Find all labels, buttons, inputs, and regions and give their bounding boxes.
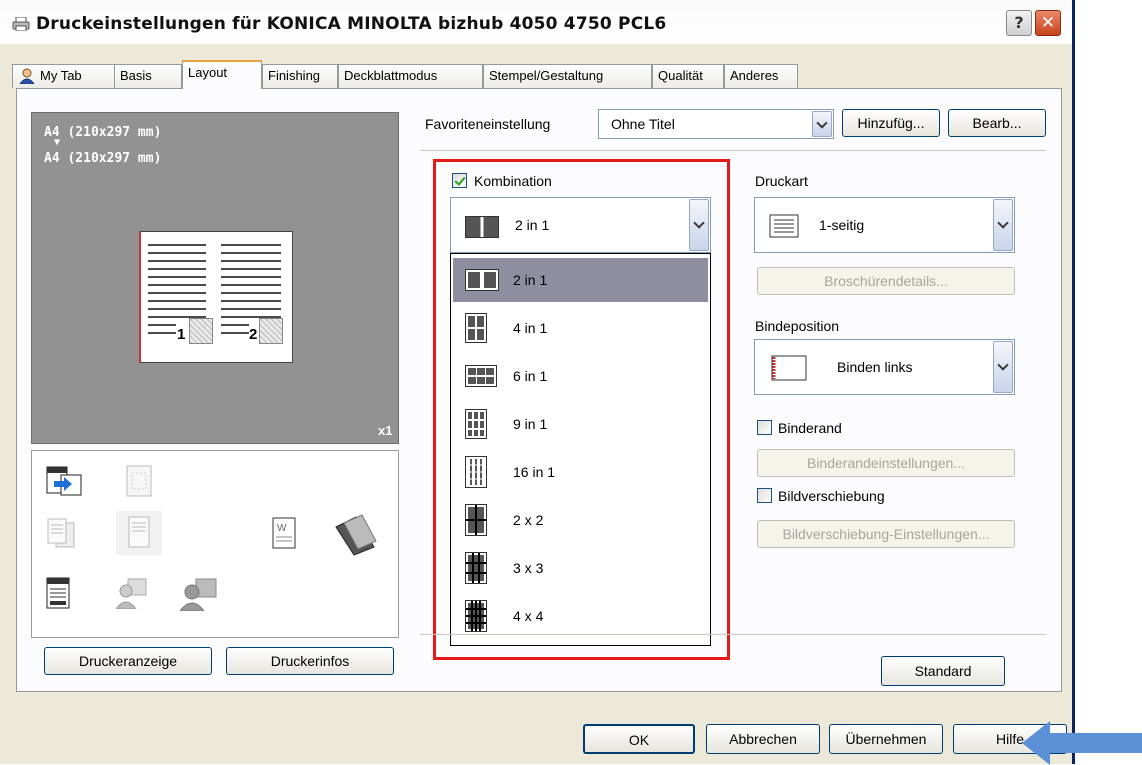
chevron-down-icon[interactable] <box>993 199 1013 251</box>
chevron-down-icon[interactable] <box>993 341 1013 393</box>
tab-label: Layout <box>188 65 228 80</box>
printer-display-icon[interactable] <box>46 465 82 497</box>
copy-count: x1 <box>378 423 393 438</box>
down-arrow-icon: ▼ <box>54 137 61 148</box>
binding-margin-checkbox[interactable] <box>757 420 772 435</box>
binding-position-label: Bindeposition <box>755 318 840 334</box>
favorites-value: Ohne Titel <box>611 116 675 132</box>
divider <box>420 634 1046 635</box>
printer-icon <box>12 17 30 31</box>
function-icons-panel: W <box>31 450 399 638</box>
divider <box>420 150 1046 151</box>
tab-label: My Tab <box>40 68 82 83</box>
print-type-value: 1-seitig <box>819 217 865 233</box>
ok-button[interactable]: OK <box>583 724 695 754</box>
tab-label: Deckblattmodus <box>344 68 438 83</box>
page-number-1: 1 <box>177 326 186 343</box>
tab-label: Finishing <box>268 68 321 83</box>
image-shift-label: Bildverschiebung <box>778 488 885 504</box>
printer-info-button[interactable]: Druckerinfos <box>226 647 394 675</box>
image-shift-checkbox[interactable] <box>757 488 772 503</box>
edit-favorite-button[interactable]: Bearb... <box>948 109 1046 137</box>
document-icon <box>116 511 162 555</box>
target-paper-size: A4 (210x297 mm) <box>44 151 162 166</box>
watermark-icon: W <box>272 517 296 549</box>
tab-label: Basis <box>120 68 152 83</box>
paper-layout-icon <box>126 465 152 497</box>
tab-label: Stempel/Gestaltung <box>489 68 604 83</box>
close-button[interactable]: ✕ <box>1035 10 1061 36</box>
svg-text:W: W <box>277 523 287 534</box>
tab-label: Anderes <box>730 68 779 83</box>
preview-sheet: 1 2 <box>139 231 293 363</box>
bind-left-icon <box>771 355 807 381</box>
image-shift-settings-button[interactable]: Bildverschiebung-Einstellungen... <box>757 520 1015 548</box>
tab-finishing[interactable]: Finishing <box>262 64 338 88</box>
user-icon <box>19 68 35 84</box>
favorites-label: Favoriteneinstellung <box>425 116 551 132</box>
one-sided-icon <box>769 214 799 238</box>
copies-icon <box>47 518 75 548</box>
page-preview: A4 (210x297 mm) ▼ A4 (210x297 mm) 1 2 x1 <box>31 112 399 444</box>
standard-button[interactable]: Standard <box>881 656 1005 686</box>
tab-deckblattmodus[interactable]: Deckblattmodus <box>338 64 483 88</box>
binding-margin-settings-button[interactable]: Binderandeinstellungen... <box>757 449 1015 477</box>
tab-stempel-gestaltung[interactable]: Stempel/Gestaltung <box>483 64 652 88</box>
binding-margin-label: Binderand <box>778 420 842 436</box>
tab-basis[interactable]: Basis <box>114 64 182 88</box>
form-icon <box>46 577 70 609</box>
highlight-box <box>433 159 730 660</box>
favorites-select[interactable]: Ohne Titel <box>598 109 834 139</box>
annotation-arrow-icon <box>1022 721 1142 765</box>
printer-display-button[interactable]: Druckeranzeige <box>44 647 212 675</box>
print-type-select[interactable]: 1-seitig <box>754 197 1015 253</box>
title-bar: Druckeinstellungen für KONICA MINOLTA bi… <box>0 0 1072 44</box>
booklet-details-button[interactable]: Broschürendetails... <box>757 267 1015 295</box>
tab-layout[interactable]: Layout <box>182 60 262 89</box>
add-favorite-button[interactable]: Hinzufüg... <box>842 109 940 137</box>
tab-qualitat[interactable]: Qualität <box>652 64 724 88</box>
cancel-button[interactable]: Abbrechen <box>706 724 820 754</box>
source-paper-size: A4 (210x297 mm) <box>44 125 162 140</box>
tab-my-tab[interactable]: My Tab <box>12 64 115 88</box>
user-auth-icon <box>116 578 147 609</box>
binding-position-value: Binden links <box>837 359 913 375</box>
window-title: Druckeinstellungen für KONICA MINOLTA bi… <box>36 14 667 34</box>
print-settings-dialog: Druckeinstellungen für KONICA MINOLTA bi… <box>0 0 1075 764</box>
apply-button[interactable]: Übernehmen <box>829 724 943 754</box>
page-number-2: 2 <box>249 326 258 343</box>
print-type-label: Druckart <box>755 173 808 189</box>
chevron-down-icon[interactable] <box>812 111 832 137</box>
title-help-button[interactable]: ? <box>1006 10 1032 36</box>
tab-anderes[interactable]: Anderes <box>724 64 798 88</box>
tab-label: Qualität <box>658 68 703 83</box>
overlay-icon <box>335 514 377 556</box>
account-track-icon <box>180 578 217 611</box>
binding-position-select[interactable]: Binden links <box>754 339 1015 395</box>
